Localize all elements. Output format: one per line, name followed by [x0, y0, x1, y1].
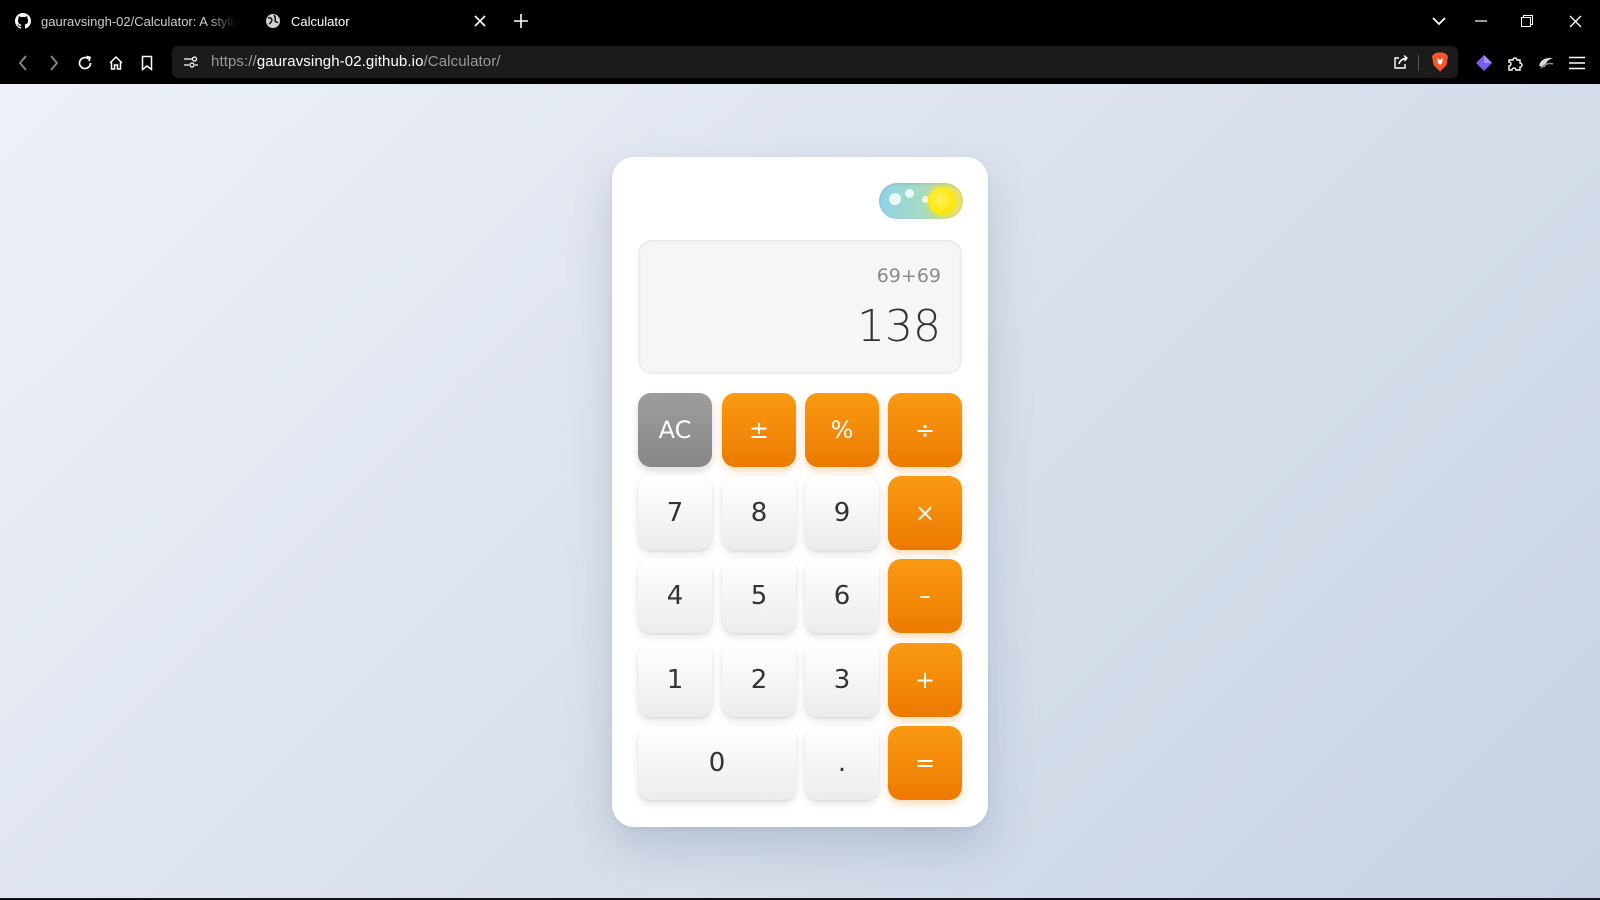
theme-toggle[interactable]	[879, 183, 963, 219]
digit-5-button[interactable]: 5	[722, 559, 796, 633]
bookmark-icon[interactable]	[135, 51, 159, 75]
multiply-button[interactable]: ×	[888, 476, 962, 550]
url-scheme: https://	[211, 53, 257, 70]
close-window-icon[interactable]	[1562, 9, 1588, 33]
page-viewport: 69+69 138 AC ± % ÷ 7 8 9 × 4 5 6 – 1 2 3…	[0, 84, 1600, 898]
restore-icon[interactable]	[1514, 9, 1540, 33]
wallet-extension-icon[interactable]	[1472, 51, 1496, 75]
add-button[interactable]: +	[888, 643, 962, 717]
digit-4-button[interactable]: 4	[638, 559, 712, 633]
display-result: 138	[857, 301, 941, 352]
browser-toolbar: https://gauravsingh-02.github.io/Calcula…	[0, 42, 1600, 84]
digit-2-button[interactable]: 2	[722, 643, 796, 717]
all-clear-button[interactable]: AC	[638, 393, 712, 467]
sun-icon	[928, 187, 956, 215]
digit-9-button[interactable]: 9	[805, 476, 879, 550]
url-host: gauravsingh-02.github.io	[256, 53, 424, 70]
forward-icon[interactable]	[42, 51, 66, 75]
display-expression: 69+69	[876, 265, 941, 287]
share-icon[interactable]	[1390, 51, 1412, 73]
github-icon	[14, 12, 32, 30]
percent-button[interactable]: %	[805, 393, 879, 467]
back-icon[interactable]	[11, 51, 35, 75]
tab-bar: gauravsingh-02/Calculator: A stylish Cal…	[0, 0, 1600, 42]
plus-minus-button[interactable]: ±	[722, 393, 796, 467]
close-tab-icon[interactable]	[470, 11, 490, 31]
address-bar[interactable]: https://gauravsingh-02.github.io/Calcula…	[172, 46, 1458, 78]
tab-title: Calculator	[291, 13, 350, 29]
decimal-button[interactable]: .	[805, 726, 879, 800]
digit-7-button[interactable]: 7	[638, 476, 712, 550]
url-path: /Calculator/	[423, 53, 501, 70]
toggle-cloud-dot	[889, 193, 901, 205]
minimize-icon[interactable]	[1468, 9, 1494, 33]
globe-icon	[264, 12, 282, 30]
extensions-puzzle-icon[interactable]	[1503, 51, 1527, 75]
subtract-button[interactable]: –	[888, 559, 962, 633]
tab-calculator[interactable]: Calculator	[264, 0, 494, 42]
equals-button[interactable]: =	[888, 726, 962, 800]
brave-shields-icon[interactable]	[1428, 50, 1452, 74]
digit-1-button[interactable]: 1	[638, 643, 712, 717]
new-tab-icon[interactable]	[510, 10, 532, 32]
calculator: 69+69 138 AC ± % ÷ 7 8 9 × 4 5 6 – 1 2 3…	[612, 157, 988, 827]
leo-ai-icon[interactable]	[1534, 51, 1558, 75]
home-icon[interactable]	[104, 51, 128, 75]
reload-icon[interactable]	[73, 51, 97, 75]
tab-title: gauravsingh-02/Calculator: A stylish	[41, 13, 237, 29]
tab-github-repo[interactable]: gauravsingh-02/Calculator: A stylish	[14, 0, 239, 42]
site-settings-icon[interactable]	[180, 52, 202, 72]
divide-button[interactable]: ÷	[888, 393, 962, 467]
tab-search-chevron-icon[interactable]	[1426, 9, 1452, 33]
digit-8-button[interactable]: 8	[722, 476, 796, 550]
url-text[interactable]: https://gauravsingh-02.github.io/Calcula…	[211, 53, 501, 70]
calculator-display: 69+69 138	[638, 240, 962, 374]
digit-6-button[interactable]: 6	[805, 559, 879, 633]
address-bar-divider	[1418, 55, 1419, 71]
digit-0-button[interactable]: 0	[638, 726, 796, 800]
toggle-cloud-dot	[905, 189, 914, 198]
menu-icon[interactable]	[1565, 51, 1589, 75]
digit-3-button[interactable]: 3	[805, 643, 879, 717]
